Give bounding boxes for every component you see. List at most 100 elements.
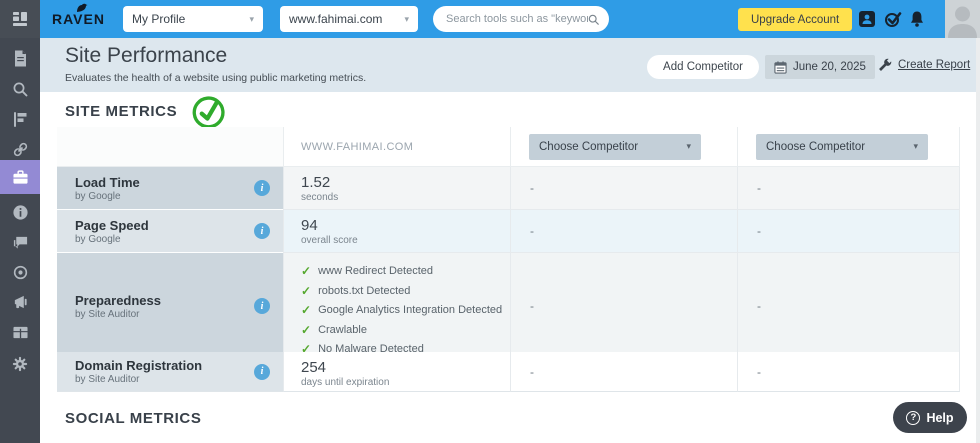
check-icon: ✓ — [301, 321, 311, 341]
competitor1-value-cell: - — [510, 253, 737, 361]
row-label-cell: Domain Registration by Site Auditor i — [57, 352, 283, 392]
sidebar-item-campaigns[interactable] — [0, 290, 40, 314]
sidebar-item-rankings[interactable] — [0, 107, 40, 131]
row-label: Preparedness — [75, 293, 283, 308]
search-icon — [12, 81, 28, 97]
check-icon: ✓ — [301, 262, 311, 282]
help-label: Help — [926, 411, 953, 425]
competitor1-value-cell: - — [510, 352, 737, 392]
page-subtitle: Evaluates the health of a website using … — [65, 72, 366, 84]
site-value-cell: 1.52 seconds — [283, 167, 510, 210]
chevron-down-icon: ▾ — [686, 141, 691, 152]
website-dropdown[interactable]: www.fahimai.com ▾ — [280, 6, 418, 32]
tool-search — [433, 6, 609, 32]
info-icon[interactable]: i — [254, 180, 270, 196]
competitor1-value-cell: - — [510, 167, 737, 210]
social-metrics-heading: SOCIAL METRICS — [65, 410, 201, 427]
calendar-icon — [774, 61, 787, 74]
check-label: Crawlable — [318, 321, 367, 341]
megaphone-icon — [12, 294, 29, 310]
create-report-label: Create Report — [898, 59, 970, 71]
row-source: by Site Auditor — [75, 309, 283, 320]
check-label: www Redirect Detected — [318, 262, 433, 282]
metric-unit: days until expiration — [301, 377, 510, 388]
row-source: by Google — [75, 234, 283, 245]
check-icon: ✓ — [301, 301, 311, 321]
info-circle-icon — [12, 204, 29, 221]
metric-unit: overall score — [301, 235, 510, 246]
competitor2-value-cell: - — [737, 253, 960, 361]
upgrade-account-button[interactable]: Upgrade Account — [738, 8, 852, 31]
sidebar-item-targeting[interactable] — [0, 260, 40, 284]
competitor2-value-cell: - — [737, 352, 960, 392]
site-value-cell: 254 days until expiration — [283, 352, 510, 392]
table-header-row: WWW.FAHIMAI.COM Choose Competitor ▾ Choo… — [57, 127, 960, 167]
report-document-icon — [13, 50, 28, 67]
left-sidebar — [0, 38, 40, 443]
chat-bubbles-icon — [12, 235, 29, 251]
row-label-cell: Preparedness by Site Auditor i — [57, 253, 283, 361]
preparedness-check: ✓ www Redirect Detected — [301, 262, 510, 282]
metric-value: 254 — [301, 359, 510, 376]
sidebar-item-links[interactable] — [0, 137, 40, 161]
site-metrics-heading-text: SITE METRICS — [65, 103, 177, 120]
info-icon[interactable]: i — [254, 223, 270, 239]
metric-unit: seconds — [301, 192, 510, 203]
gear-icon — [12, 356, 28, 372]
table-row-page-speed: Page Speed by Google i 94 overall score … — [57, 210, 960, 253]
choose-competitor-dropdown-2[interactable]: Choose Competitor ▾ — [756, 134, 928, 160]
row-label: Domain Registration — [75, 358, 283, 373]
site-column-header: WWW.FAHIMAI.COM — [283, 127, 510, 167]
vertical-scrollbar[interactable] — [976, 38, 980, 443]
person-silhouette-icon — [945, 0, 980, 38]
competitor2-value-cell: - — [737, 167, 960, 210]
rankings-flag-icon — [12, 111, 28, 128]
app-grid-button[interactable] — [0, 0, 40, 38]
site-metrics-table: WWW.FAHIMAI.COM Choose Competitor ▾ Choo… — [57, 127, 960, 392]
check-icon: ✓ — [301, 282, 311, 302]
sidebar-item-content[interactable] — [0, 320, 40, 344]
contact-card-icon[interactable] — [858, 10, 876, 28]
preparedness-check: ✓ robots.txt Detected — [301, 282, 510, 302]
profile-dropdown-value: My Profile — [132, 12, 185, 26]
sidebar-item-settings[interactable] — [0, 352, 40, 376]
wrench-icon — [878, 58, 892, 72]
bell-icon[interactable] — [908, 10, 926, 28]
sidebar-item-site-performance-active[interactable] — [0, 160, 40, 194]
row-source: by Site Auditor — [75, 374, 283, 385]
create-report-link[interactable]: Create Report — [878, 58, 970, 72]
row-label-cell: Load Time by Google i — [57, 167, 283, 210]
tasks-check-icon[interactable] — [884, 10, 902, 28]
check-label: robots.txt Detected — [318, 282, 410, 302]
profile-dropdown[interactable]: My Profile ▾ — [123, 6, 263, 32]
raven-bird-icon — [74, 1, 88, 13]
layout-columns-icon — [12, 325, 29, 340]
competitor2-value-cell: - — [737, 210, 960, 253]
search-input[interactable] — [446, 13, 588, 25]
table-row-domain-registration: Domain Registration by Site Auditor i 25… — [57, 352, 960, 392]
sidebar-item-reports[interactable] — [0, 46, 40, 70]
top-navigation-bar: RAVEN My Profile ▾ www.fahimai.com ▾ Upg… — [0, 0, 980, 38]
date-picker[interactable]: June 20, 2025 — [765, 55, 875, 79]
chevron-down-icon: ▾ — [404, 14, 409, 25]
preparedness-check: ✓ Crawlable — [301, 321, 510, 341]
preparedness-check: ✓ Google Analytics Integration Detected — [301, 301, 510, 321]
website-dropdown-value: www.fahimai.com — [289, 12, 382, 26]
grid-icon — [12, 11, 28, 27]
table-row-load-time: Load Time by Google i 1.52 seconds - - — [57, 167, 960, 210]
choose-competitor-dropdown-1[interactable]: Choose Competitor ▾ — [529, 134, 701, 160]
choose-competitor-label: Choose Competitor — [539, 141, 638, 153]
raven-logo[interactable]: RAVEN — [52, 11, 105, 27]
help-button[interactable]: ? Help — [893, 402, 967, 433]
user-avatar[interactable] — [945, 0, 980, 38]
link-icon — [12, 141, 29, 158]
sidebar-item-insights[interactable] — [0, 200, 40, 224]
chevron-down-icon: ▾ — [249, 14, 254, 25]
add-competitor-button[interactable]: Add Competitor — [647, 55, 759, 79]
info-icon[interactable]: i — [254, 364, 270, 380]
sidebar-item-research[interactable] — [0, 77, 40, 101]
site-performance-page: RAVEN My Profile ▾ www.fahimai.com ▾ Upg… — [0, 0, 980, 443]
sidebar-item-conversations[interactable] — [0, 231, 40, 255]
page-header: Site Performance Evaluates the health of… — [40, 38, 980, 92]
row-label: Page Speed — [75, 218, 283, 233]
